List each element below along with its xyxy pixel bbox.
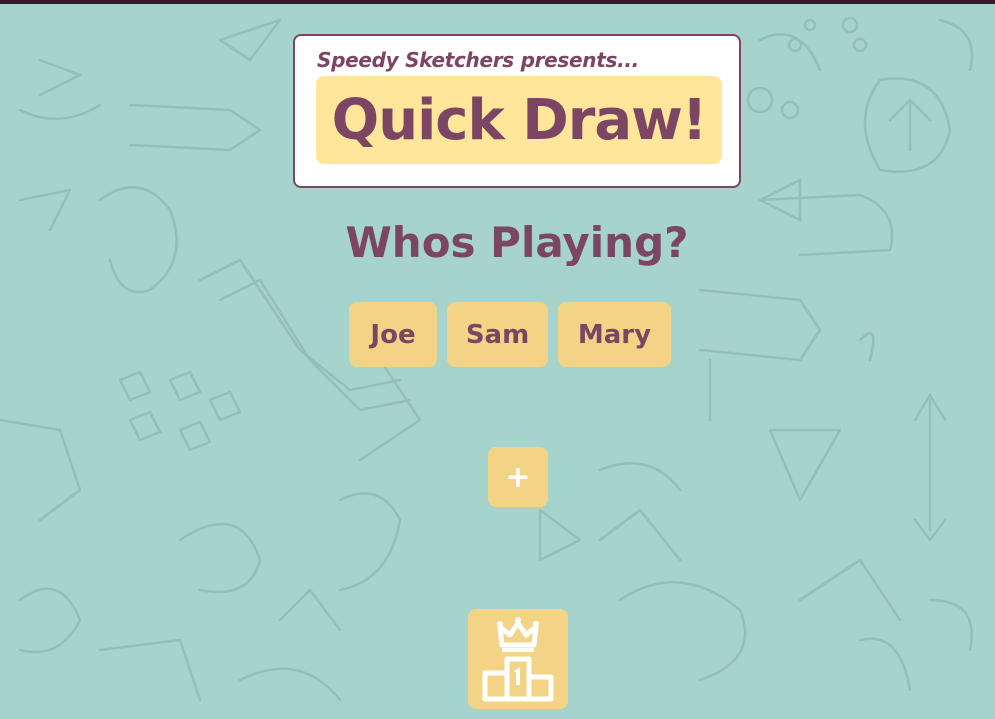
podium-crown-icon: [482, 617, 554, 702]
logo-banner: Quick Draw!: [316, 76, 722, 164]
add-player-button[interactable]: +: [488, 447, 548, 507]
player-button-sam[interactable]: Sam: [447, 302, 548, 367]
presents-subtitle: Speedy Sketchers presents...: [317, 48, 639, 72]
player-button-joe[interactable]: Joe: [349, 302, 437, 367]
player-button-mary[interactable]: Mary: [558, 302, 671, 367]
page-heading: Whos Playing?: [345, 218, 689, 267]
logo-title: Quick Draw!: [331, 87, 708, 153]
leaderboard-button[interactable]: [468, 609, 568, 709]
add-player-label: +: [505, 459, 531, 495]
player-list: Joe Sam Mary: [349, 302, 671, 367]
top-bar: [0, 0, 995, 4]
title-card: Speedy Sketchers presents... Quick Draw!: [293, 34, 741, 188]
